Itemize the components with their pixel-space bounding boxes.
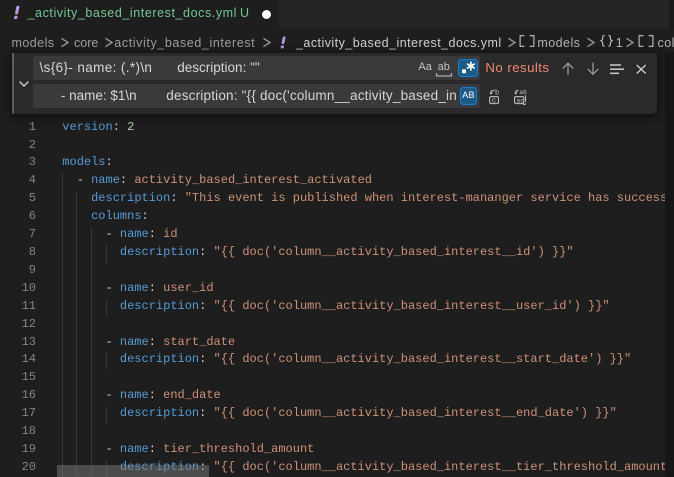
svg-text:b: b <box>495 89 499 97</box>
svg-text:c: c <box>492 98 496 105</box>
svg-text:ac: ac <box>517 98 525 105</box>
svg-text:ab: ab <box>519 89 527 96</box>
